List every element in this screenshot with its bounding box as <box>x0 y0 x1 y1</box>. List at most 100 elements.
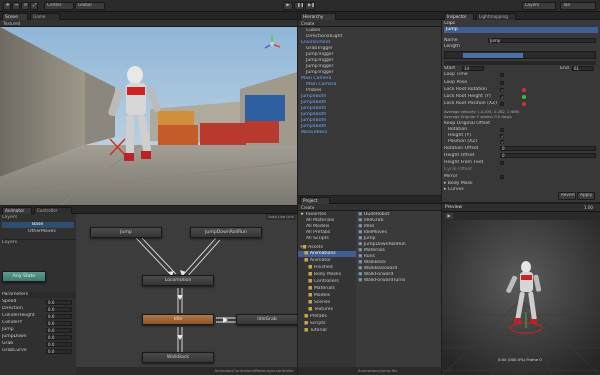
asset-folder-item[interactable]: ■ Scenes <box>298 300 356 306</box>
lock-rotation-checkbox[interactable]: ✓ <box>500 88 504 93</box>
mirror-checkbox[interactable] <box>500 175 504 179</box>
hierarchy-item[interactable]: WeaveBoss <box>298 130 441 136</box>
layer-base[interactable]: Base <box>2 222 74 228</box>
parameter-value-field[interactable]: 0.0 <box>46 334 72 340</box>
layout-dropdown[interactable]: Tall <box>560 2 596 10</box>
animator-graph[interactable]: Jump JumpDownRollRun Locomotion Idle Idl… <box>76 214 297 367</box>
parameters-header: Parameters <box>0 292 76 298</box>
height-offset-field[interactable]: 0 <box>500 153 596 158</box>
space-toggle[interactable]: Global <box>75 2 105 10</box>
tab-animator[interactable]: Animator <box>2 207 32 214</box>
start-field[interactable]: 14 <box>462 66 484 71</box>
asset-folder-item[interactable]: ■ Tutorial <box>298 328 356 334</box>
parameter-name: ColliderHeight <box>2 313 35 318</box>
step-button[interactable]: ▶❚ <box>305 2 315 10</box>
pivot-toggle[interactable]: Center <box>44 2 74 10</box>
tab-inspector[interactable]: Inspector <box>444 13 474 20</box>
hierarchy-tabbar: Hierarchy <box>298 12 441 20</box>
state-jumpdownrollrun[interactable]: JumpDownRollRun <box>190 227 262 238</box>
parameter-name: Grab <box>2 341 14 346</box>
preview-play-button[interactable]: ▶ <box>445 213 453 219</box>
asset-folder-item[interactable]: ■ Finished <box>298 265 356 271</box>
parameter-row[interactable]: JumpDown 0.0 <box>2 334 76 340</box>
loop-pose-checkbox[interactable] <box>500 81 504 85</box>
tab-project[interactable]: Project <box>300 197 330 204</box>
state-idlegrab[interactable]: IdleGrab <box>236 314 297 325</box>
asset-folder-item[interactable]: ■ Controllers <box>298 279 356 285</box>
parameter-value-field[interactable]: 0.0 <box>46 341 72 347</box>
apply-button[interactable]: Apply <box>577 192 595 200</box>
tab-controller[interactable]: Controller <box>34 207 72 214</box>
scene-view[interactable] <box>0 27 297 205</box>
asset-folder-item[interactable]: ■ Body Masks <box>298 272 356 278</box>
asset-folder-label: Tutorial <box>309 328 327 333</box>
keep-height-checkbox[interactable]: ✓ <box>500 134 504 139</box>
asset-folder-item[interactable]: ■ Materials <box>298 286 356 292</box>
state-locomotion[interactable]: Locomotion <box>142 275 214 286</box>
asset-folder-item[interactable]: ■ Animator <box>298 258 356 264</box>
shading-mode-dropdown[interactable]: Textured <box>3 21 20 26</box>
state-idle-default[interactable]: Idle <box>142 314 214 325</box>
parameter-value-field[interactable]: 0.0 <box>46 306 72 312</box>
project-create-button[interactable]: Create <box>301 205 314 210</box>
end-field[interactable]: 61 <box>572 66 594 71</box>
clip-range-bar[interactable] <box>463 53 523 58</box>
play-button[interactable]: ▶ <box>283 2 293 10</box>
keep-position-checkbox[interactable]: ✓ <box>500 140 504 145</box>
parameter-value-field[interactable]: 0.0 <box>46 299 72 305</box>
parameter-value-field[interactable]: 0.0 <box>46 313 72 319</box>
file-label: JumpDownRollRun <box>363 242 406 247</box>
preview-viewport[interactable]: 0:00 (000.0%) Frame 0 <box>442 220 600 375</box>
file-label: Runs <box>363 254 376 259</box>
position-label: Position (XZ) <box>448 139 478 144</box>
favorites-label: Favorites <box>305 212 327 217</box>
hierarchy-create-button[interactable]: Create <box>301 21 314 26</box>
tab-lightmapping[interactable]: Lightmapping <box>476 13 516 20</box>
parameter-value-field[interactable]: 0.0 <box>46 327 72 333</box>
clip-item-jump[interactable]: Jump <box>444 27 598 33</box>
keep-rotation-checkbox[interactable] <box>500 128 504 132</box>
parameter-row[interactable]: Speed 0.0 <box>2 299 76 305</box>
revert-button[interactable]: Revert <box>558 192 576 200</box>
scale-tool-button[interactable]: ⤢ <box>30 2 38 10</box>
state-walkback[interactable]: WalkBack <box>142 352 214 363</box>
project-files: ▣ DudeRobot ▣ IdleGrab ▣ Idles ▣ IdleMoves ▣… <box>356 211 441 367</box>
layers-dropdown[interactable]: Layers <box>522 2 556 10</box>
move-tool-button[interactable]: ✥ <box>3 2 11 10</box>
state-any[interactable]: Any State <box>2 271 46 282</box>
lock-position-checkbox[interactable] <box>500 102 504 106</box>
asset-folder-item[interactable]: ■ Scripts <box>298 321 356 327</box>
timeline-ruler[interactable] <box>444 51 596 59</box>
parameter-row[interactable]: Grab 0.0 <box>2 341 76 347</box>
parameter-row[interactable]: Direction 0.0 <box>2 306 76 312</box>
parameter-row[interactable]: ColliderY 0.0 <box>2 320 76 326</box>
parameter-value-field[interactable]: 0.0 <box>46 348 72 354</box>
lock-height-checkbox[interactable]: ✓ <box>500 95 504 100</box>
parameters-list: Speed 0.0 Direction 0.0 ColliderHeight 0.0 Col… <box>0 299 76 375</box>
layer-othermoves[interactable]: OtherMoves <box>2 229 74 235</box>
length-label: Length <box>444 44 460 49</box>
asset-folder-item[interactable]: ■ Textures <box>298 307 356 313</box>
height-from-feet-checkbox[interactable] <box>500 161 504 165</box>
parameter-value-field[interactable]: 0.0 <box>46 320 72 326</box>
tab-game-preview[interactable]: Game <box>30 13 60 20</box>
auto-live-link-toggle[interactable]: Auto Live Link <box>266 214 296 220</box>
rotation-offset-field[interactable]: 0 <box>500 146 596 151</box>
asset-folder-item[interactable]: ■ Models <box>298 293 356 299</box>
file-item[interactable]: ▣ WalkForwardTurns <box>356 278 441 284</box>
state-jump[interactable]: Jump <box>90 227 162 238</box>
parameter-row[interactable]: Jump 0.0 <box>2 327 76 333</box>
name-field[interactable]: Jump <box>488 38 596 43</box>
parameter-row[interactable]: ColliderHeight 0.0 <box>2 313 76 319</box>
asset-folder-item[interactable]: ■ Animations <box>298 251 356 257</box>
asset-folder-item[interactable]: ■ Prefabs <box>298 314 356 320</box>
tab-hierarchy[interactable]: Hierarchy <box>300 13 336 20</box>
project-subbar: Create <box>298 204 441 211</box>
rotate-tool-button[interactable]: ⟳ <box>21 2 29 10</box>
parameter-row[interactable]: GrabCurve 0.0 <box>2 348 76 354</box>
loop-time-checkbox[interactable] <box>500 73 504 77</box>
translate-tool-button[interactable]: ↔ <box>12 2 20 10</box>
tab-scene[interactable]: Scene <box>2 13 28 20</box>
favorite-item[interactable]: All Scripts <box>298 236 356 242</box>
pause-button[interactable]: ❚❚ <box>294 2 304 10</box>
